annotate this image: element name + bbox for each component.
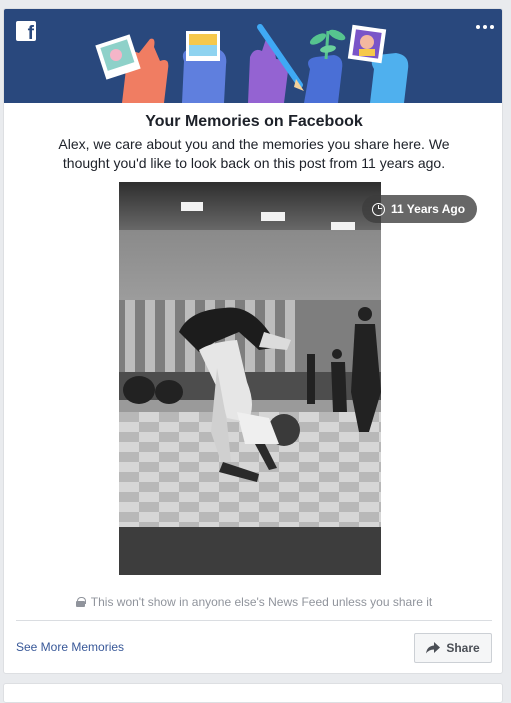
share-arrow-icon [426, 642, 441, 654]
more-options-icon[interactable] [474, 19, 496, 35]
breakdancer-photo-image [119, 182, 381, 575]
clock-icon [372, 202, 385, 216]
facebook-logo-icon: f [16, 21, 36, 43]
privacy-note: This won't show in anyone else's News Fe… [4, 595, 502, 609]
next-feed-card [3, 683, 503, 703]
hand-purple-illustration [248, 24, 304, 103]
share-button[interactable]: Share [414, 633, 492, 663]
hand-blue-illustration [182, 31, 227, 103]
footer-divider [16, 620, 492, 621]
memories-title: Your Memories on Facebook [145, 113, 363, 130]
hand-portrait-illustration [347, 24, 409, 103]
memory-photo[interactable] [119, 182, 381, 575]
privacy-text: This won't show in anyone else's News Fe… [90, 595, 433, 609]
years-ago-label: 11 Years Ago [391, 202, 466, 216]
share-label: Share [446, 641, 480, 655]
lock-icon [75, 597, 86, 607]
years-ago-badge: 11 Years Ago [362, 195, 478, 223]
banner-illustration [95, 24, 409, 103]
hand-salmon-illustration [95, 34, 169, 103]
memories-subtitle: Alex, we care about you and the memories… [58, 136, 450, 171]
hand-plant-illustration [304, 29, 346, 103]
see-more-memories-link[interactable]: See More Memories [16, 640, 124, 654]
memories-banner: f [4, 9, 502, 103]
